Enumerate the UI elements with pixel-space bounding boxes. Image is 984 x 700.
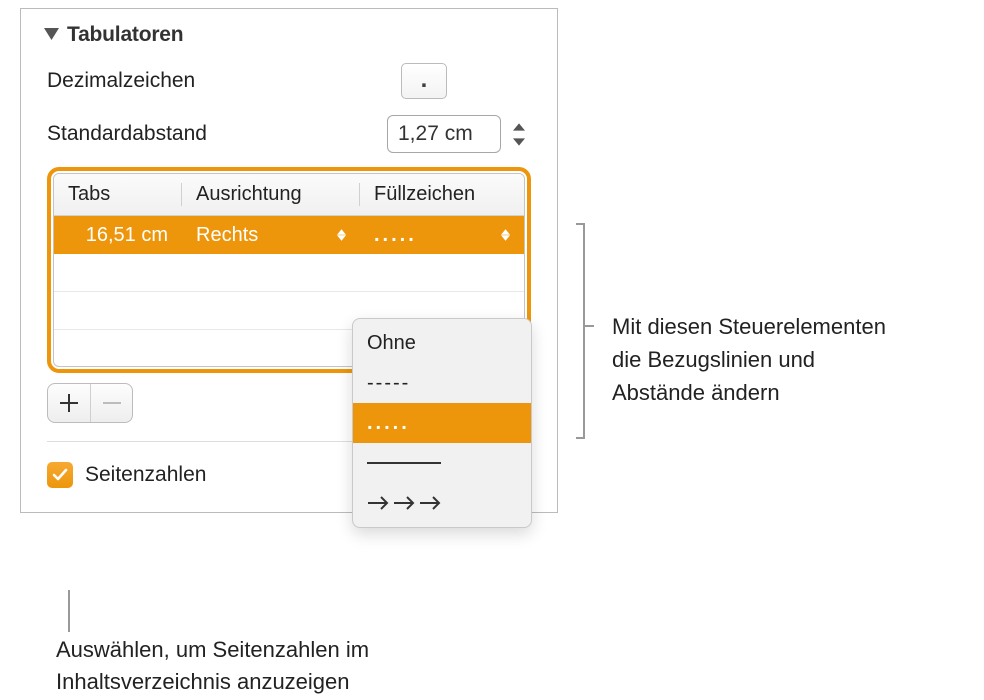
callout-line: Inhaltsverzeichnis anzuzeigen [56, 666, 369, 698]
underline-icon [367, 462, 441, 464]
callout-bracket-icon [574, 222, 598, 440]
popup-arrows-icon [501, 229, 510, 241]
col-header-tabs[interactable]: Tabs [54, 183, 182, 206]
remove-button[interactable] [90, 384, 132, 422]
cell-leader-value: ..... [374, 224, 417, 247]
callout-line: Auswählen, um Seitenzahlen im [56, 634, 369, 666]
add-button[interactable] [48, 384, 90, 422]
minus-icon [103, 394, 121, 412]
cell-alignment-popup[interactable]: Rechts [182, 224, 360, 247]
leader-option-dashes[interactable]: ----- [353, 363, 531, 403]
cell-alignment-value: Rechts [196, 224, 258, 247]
callout-text-pagenumbers: Auswählen, um Seitenzahlen im Inhaltsver… [56, 634, 369, 698]
decimal-char-row: Dezimalzeichen . [21, 57, 557, 109]
default-spacing-field[interactable]: 1,27 cm [387, 115, 501, 153]
callout-line: Abstände ändern [612, 376, 886, 409]
disclosure-triangle-icon[interactable] [43, 27, 59, 43]
checkmark-icon [51, 466, 69, 484]
callout-text-controls: Mit diesen Steuerelementen die Bezugslin… [612, 310, 886, 409]
callout-connector-line-icon [68, 590, 70, 632]
col-header-alignment[interactable]: Ausrichtung [182, 183, 360, 206]
leader-dropdown: Ohne ----- ..... [352, 318, 532, 528]
callout-line: Mit diesen Steuerelementen [612, 310, 886, 343]
section-title: Tabulatoren [67, 23, 183, 47]
leader-option-arrows[interactable] [353, 483, 531, 523]
stepper-down-icon[interactable] [507, 134, 531, 149]
table-header-row: Tabs Ausrichtung Füllzeichen [54, 174, 524, 216]
popup-arrows-icon [337, 229, 346, 241]
leader-option-dots[interactable]: ..... [353, 403, 531, 443]
leader-option-none[interactable]: Ohne [353, 323, 531, 363]
leader-option-underline[interactable] [353, 443, 531, 483]
table-row[interactable] [54, 254, 524, 292]
cell-leader-popup[interactable]: ..... [360, 224, 524, 247]
stepper-up-icon[interactable] [507, 119, 531, 134]
default-spacing-label: Standardabstand [47, 122, 207, 146]
decimal-char-field[interactable]: . [401, 63, 447, 99]
default-spacing-stepper: 1,27 cm [387, 115, 531, 153]
stepper-buttons [507, 119, 531, 149]
page-numbers-label: Seitenzahlen [85, 463, 206, 487]
page-numbers-checkbox[interactable] [47, 462, 73, 488]
cell-position[interactable]: 16,51 cm [54, 224, 182, 247]
plus-icon [60, 394, 78, 412]
section-header[interactable]: Tabulatoren [21, 9, 557, 57]
arrows-icon [367, 495, 445, 511]
segmented-buttons [47, 383, 133, 423]
callout-line: die Bezugslinien und [612, 343, 886, 376]
decimal-char-label: Dezimalzeichen [47, 69, 195, 93]
default-spacing-row: Standardabstand 1,27 cm [21, 109, 557, 165]
table-row[interactable]: 16,51 cm Rechts ..... [54, 216, 524, 254]
col-header-leader[interactable]: Füllzeichen [360, 183, 524, 206]
